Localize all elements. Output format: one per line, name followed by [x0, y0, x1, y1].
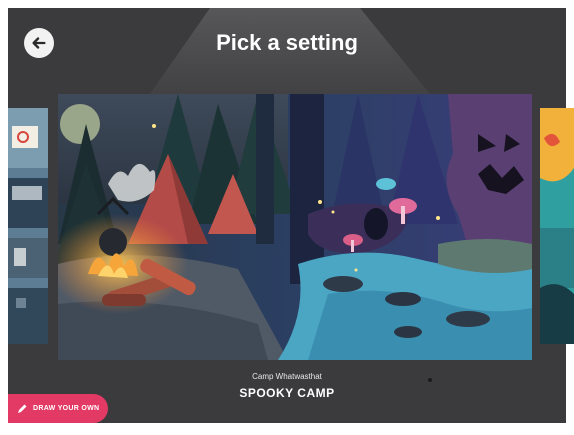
- page-title: Pick a setting: [216, 30, 358, 55]
- previous-setting-thumbnail: [8, 108, 48, 344]
- next-setting-thumbnail: [540, 108, 574, 344]
- setting-card-next[interactable]: [540, 108, 574, 344]
- draw-your-own-label: DRAW YOUR OWN: [33, 405, 100, 412]
- setting-card-spooky-camp[interactable]: [58, 94, 532, 360]
- screen-border-top: [0, 0, 574, 8]
- setting-subtitle: Camp Whatwasthat: [252, 372, 322, 381]
- pointer-cursor: [428, 378, 432, 382]
- screen-border-left: [0, 0, 8, 435]
- draw-your-own-button[interactable]: DRAW YOUR OWN: [8, 394, 108, 423]
- spooky-camp-illustration: [58, 94, 532, 360]
- screen-border-bottom: [0, 423, 574, 435]
- setting-card-previous[interactable]: [8, 108, 48, 344]
- pencil-icon: [18, 404, 27, 413]
